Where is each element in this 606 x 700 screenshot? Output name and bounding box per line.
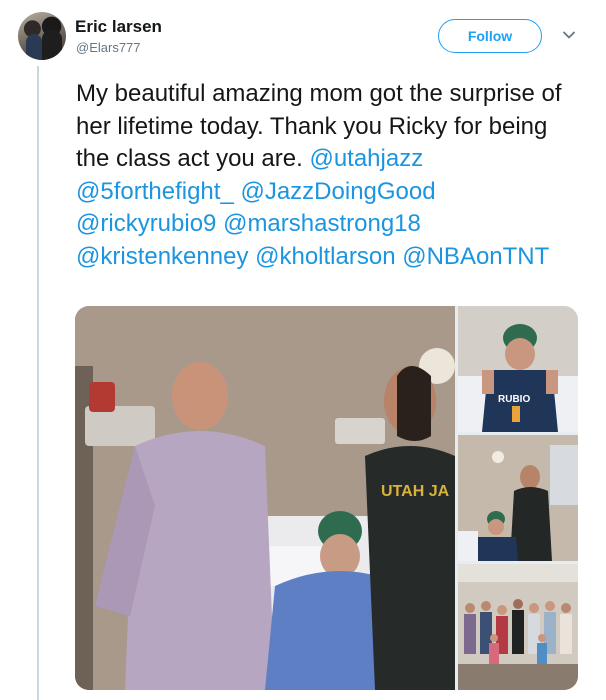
photo-jersey[interactable]: RUBIO — [458, 306, 578, 432]
photo-group[interactable] — [458, 564, 578, 690]
mention-link[interactable]: @marshastrong18 — [223, 210, 421, 237]
chevron-down-icon[interactable] — [562, 28, 576, 42]
mention-link[interactable]: @5forthefight_ — [76, 178, 234, 205]
media-grid: UTAH JA RUBIO — [75, 306, 578, 690]
avatar[interactable] — [18, 12, 66, 60]
mention-link[interactable]: @utahjazz — [309, 145, 423, 172]
mention-link[interactable]: @JazzDoingGood — [240, 178, 435, 205]
follow-button[interactable]: Follow — [438, 19, 542, 53]
thread-line — [37, 66, 39, 700]
photo-hospital-room[interactable]: UTAH JA — [75, 306, 455, 690]
author-handle[interactable]: @Elars777 — [76, 40, 141, 56]
mention-link[interactable]: @kristenkenney — [76, 243, 248, 270]
mention-link[interactable]: @kholtlarson — [255, 243, 395, 270]
mention-link[interactable]: @NBAonTNT — [402, 243, 549, 270]
photo-bedside[interactable] — [458, 435, 578, 561]
tweet-text: My beautiful amazing mom got the surpris… — [76, 78, 581, 274]
jersey-text: RUBIO — [498, 394, 530, 405]
mention-link[interactable]: @rickyrubio9 — [76, 210, 216, 237]
shirt-text: UTAH JA — [381, 483, 450, 500]
author-name[interactable]: Eric larsen — [75, 17, 162, 37]
